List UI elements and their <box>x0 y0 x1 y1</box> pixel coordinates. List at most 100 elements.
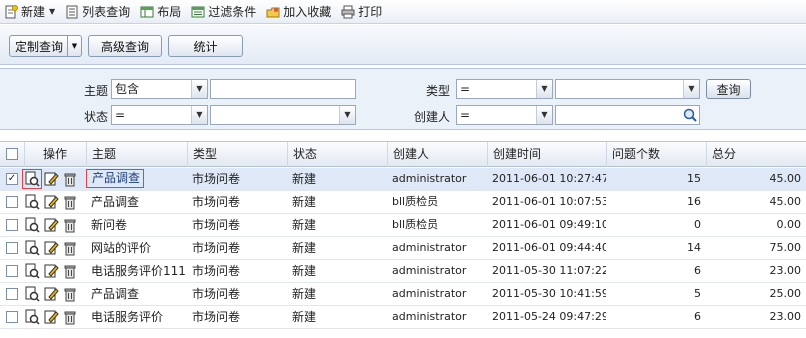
row-count: 6 <box>694 310 701 323</box>
view-icon[interactable] <box>24 263 40 279</box>
select-all-cell <box>0 142 24 167</box>
list-query-icon <box>65 5 79 19</box>
layout-label: 布局 <box>157 5 182 19</box>
print-button[interactable]: 打印 <box>341 3 382 20</box>
row-status: 新建 <box>292 172 317 186</box>
header-status[interactable]: 状态 <box>287 142 387 167</box>
row-score: 23.00 <box>769 310 802 323</box>
action-bar: 定制查询 ▼ 高级查询 统计 <box>0 25 806 65</box>
chevron-down-icon[interactable]: ▼ <box>191 80 207 98</box>
row-subject[interactable]: 电话服务评价 <box>86 306 187 328</box>
row-subject[interactable]: 网站的评价 <box>86 237 187 259</box>
row-checkbox[interactable] <box>6 219 18 231</box>
table-row[interactable]: 电话服务评价 市场问卷 新建 administrator 2011-05-24 … <box>0 306 806 329</box>
delete-icon[interactable] <box>62 309 78 325</box>
header-created[interactable]: 创建时间 <box>487 142 606 167</box>
row-type: 市场问卷 <box>192 172 241 186</box>
view-icon[interactable] <box>24 286 40 302</box>
header-count[interactable]: 问题个数 <box>606 142 706 167</box>
select-all-checkbox[interactable] <box>6 148 18 160</box>
favorite-icon <box>266 5 280 19</box>
delete-icon[interactable] <box>62 194 78 210</box>
filter-label: 过滤条件 <box>208 5 257 19</box>
chevron-down-icon[interactable]: ▼ <box>49 7 55 16</box>
edit-icon[interactable] <box>43 217 59 233</box>
row-status: 新建 <box>292 241 317 255</box>
filter-button[interactable]: 过滤条件 <box>191 3 256 20</box>
chevron-down-icon[interactable]: ▼ <box>339 106 355 124</box>
chevron-down-icon[interactable]: ▼ <box>67 36 81 56</box>
survey-table: 操作 主题 类型 状态 创建人 创建时间 问题个数 总分 ✓ 产品调查 市场问卷… <box>0 141 806 335</box>
edit-icon[interactable] <box>43 309 59 325</box>
row-created: 2011-05-30 10:41:59 <box>492 287 606 300</box>
chevron-down-icon[interactable]: ▼ <box>683 80 699 98</box>
row-subject[interactable]: 产品调查 <box>86 169 144 188</box>
row-type: 市场问卷 <box>192 195 241 209</box>
table-row[interactable]: 网站的评价 市场问卷 新建 administrator 2011-06-01 0… <box>0 237 806 260</box>
subject-operator-select[interactable]: 包含 ▼ <box>111 79 208 99</box>
status-value-select[interactable]: ▼ <box>210 105 356 125</box>
table-row[interactable]: 电话服务评价111 市场问卷 新建 administrator 2011-05-… <box>0 260 806 283</box>
view-icon[interactable] <box>24 171 40 187</box>
chevron-down-icon[interactable]: ▼ <box>536 106 552 124</box>
header-type[interactable]: 类型 <box>187 142 287 167</box>
row-subject[interactable]: 产品调查 <box>86 191 187 213</box>
list-query-label: 列表查询 <box>82 5 131 19</box>
row-score: 45.00 <box>769 172 802 185</box>
row-subject[interactable]: 产品调查 <box>86 283 187 305</box>
row-checkbox[interactable] <box>6 265 18 277</box>
lookup-icon[interactable] <box>682 107 698 123</box>
delete-icon[interactable] <box>62 171 78 187</box>
edit-icon[interactable] <box>43 240 59 256</box>
custom-query-label: 定制查询 <box>15 39 64 54</box>
query-button[interactable]: 查询 <box>706 79 751 99</box>
creator-input[interactable] <box>555 105 700 125</box>
view-icon[interactable] <box>24 309 40 325</box>
list-query-button[interactable]: 列表查询 <box>65 3 130 20</box>
custom-query-button[interactable]: 定制查询 ▼ <box>9 35 82 57</box>
delete-icon[interactable] <box>62 286 78 302</box>
delete-icon[interactable] <box>62 217 78 233</box>
table-row[interactable]: 新问卷 市场问卷 新建 bll质检员 2011-06-01 09:49:10 0… <box>0 214 806 237</box>
row-checkbox[interactable] <box>6 242 18 254</box>
row-checkbox[interactable] <box>6 311 18 323</box>
new-button[interactable]: 新建 ▼ <box>4 3 55 20</box>
row-checkbox[interactable] <box>6 196 18 208</box>
header-creator[interactable]: 创建人 <box>387 142 487 167</box>
advanced-query-button[interactable]: 高级查询 <box>88 35 162 57</box>
row-checkbox[interactable]: ✓ <box>6 173 18 185</box>
table-row[interactable]: 产品调查 市场问卷 新建 bll质检员 2011-06-01 10:07:53 … <box>0 191 806 214</box>
edit-icon[interactable] <box>43 171 59 187</box>
row-created: 2011-06-01 10:07:53 <box>492 195 606 208</box>
table-row[interactable]: 产品调查 市场问卷 新建 administrator 2011-05-30 10… <box>0 283 806 306</box>
chevron-down-icon[interactable]: ▼ <box>536 80 552 98</box>
header-subject[interactable]: 主题 <box>86 142 187 167</box>
statistics-button[interactable]: 统计 <box>168 35 243 57</box>
row-score: 25.00 <box>769 287 802 300</box>
edit-icon[interactable] <box>43 263 59 279</box>
table-row[interactable]: ✓ 产品调查 市场问卷 新建 administrator 2011-06-01 … <box>0 168 806 191</box>
subject-input[interactable] <box>210 79 356 99</box>
edit-icon[interactable] <box>43 194 59 210</box>
delete-icon[interactable] <box>62 263 78 279</box>
edit-icon[interactable] <box>43 286 59 302</box>
favorite-button[interactable]: 加入收藏 <box>266 3 331 20</box>
layout-button[interactable]: 布局 <box>140 3 181 20</box>
view-icon[interactable] <box>24 217 40 233</box>
view-icon[interactable] <box>24 240 40 256</box>
row-count: 0 <box>694 218 701 231</box>
creator-operator-select[interactable]: = ▼ <box>456 105 553 125</box>
chevron-down-icon[interactable]: ▼ <box>191 106 207 124</box>
row-type: 市场问卷 <box>192 218 241 232</box>
row-created: 2011-06-01 09:49:10 <box>492 218 606 231</box>
type-operator-select[interactable]: = ▼ <box>456 79 553 99</box>
header-score[interactable]: 总分 <box>706 142 806 167</box>
delete-icon[interactable] <box>62 240 78 256</box>
row-subject[interactable]: 新问卷 <box>86 214 187 236</box>
row-subject[interactable]: 电话服务评价111 <box>86 260 187 282</box>
status-label: 状态 <box>84 110 109 124</box>
type-value-select[interactable]: ▼ <box>555 79 700 99</box>
row-checkbox[interactable] <box>6 288 18 300</box>
status-operator-select[interactable]: = ▼ <box>111 105 208 125</box>
view-icon[interactable] <box>24 194 40 210</box>
